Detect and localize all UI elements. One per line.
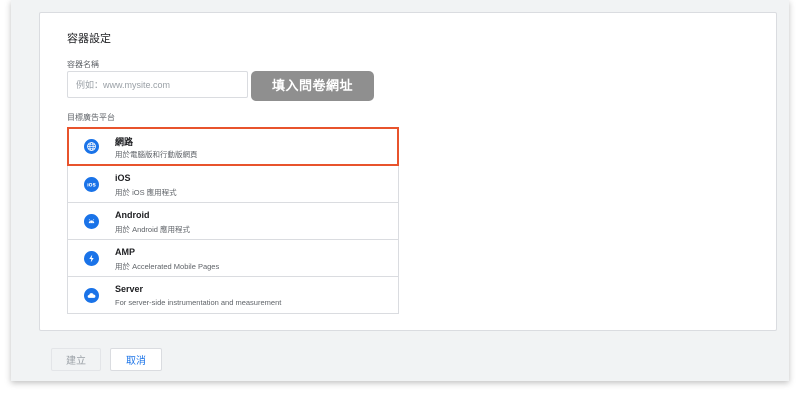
platform-option-ios[interactable]: iOS iOS 用於 iOS 應用程式 xyxy=(68,166,398,203)
lightning-icon xyxy=(84,251,99,266)
platform-option-server[interactable]: Server For server-side instrumentation a… xyxy=(68,277,398,314)
cancel-button[interactable]: 取消 xyxy=(110,348,162,371)
platform-description: 用於電腦版和行動版網頁 xyxy=(115,150,198,159)
annotation-callout: 填入問卷網址 xyxy=(251,71,374,101)
container-name-input[interactable] xyxy=(67,71,248,98)
create-button[interactable]: 建立 xyxy=(51,348,101,371)
platform-description: 用於 Accelerated Mobile Pages xyxy=(115,262,220,271)
card-title: 容器設定 xyxy=(67,33,111,45)
platform-name: iOS xyxy=(115,173,131,183)
ios-icon: iOS xyxy=(84,177,99,192)
platform-description: 用於 Android 應用程式 xyxy=(115,225,191,234)
platform-name: 網路 xyxy=(115,137,134,147)
platform-description: 用於 iOS 應用程式 xyxy=(115,188,177,197)
dialog-frame: 容器設定 容器名稱 填入問卷網址 目標廣告平台 網路 用於電腦版和行動版網頁 i… xyxy=(11,0,789,381)
android-icon xyxy=(84,214,99,229)
container-settings-card: 容器設定 容器名稱 填入問卷網址 目標廣告平台 網路 用於電腦版和行動版網頁 i… xyxy=(39,12,777,331)
platform-option-web[interactable]: 網路 用於電腦版和行動版網頁 xyxy=(67,127,399,166)
platform-option-android[interactable]: Android 用於 Android 應用程式 xyxy=(68,203,398,240)
container-name-label: 容器名稱 xyxy=(67,60,99,69)
svg-text:iOS: iOS xyxy=(87,182,96,188)
platform-name: Server xyxy=(115,284,144,294)
cloud-icon xyxy=(84,288,99,303)
platform-list: 網路 用於電腦版和行動版網頁 iOS iOS 用於 iOS 應用程式 Andro… xyxy=(67,127,399,314)
platform-name: Android xyxy=(115,210,150,220)
globe-icon xyxy=(84,139,99,154)
platform-option-amp[interactable]: AMP 用於 Accelerated Mobile Pages xyxy=(68,240,398,277)
target-platform-label: 目標廣告平台 xyxy=(67,113,115,122)
platform-description: For server-side instrumentation and meas… xyxy=(115,298,282,307)
platform-name: AMP xyxy=(115,247,135,257)
